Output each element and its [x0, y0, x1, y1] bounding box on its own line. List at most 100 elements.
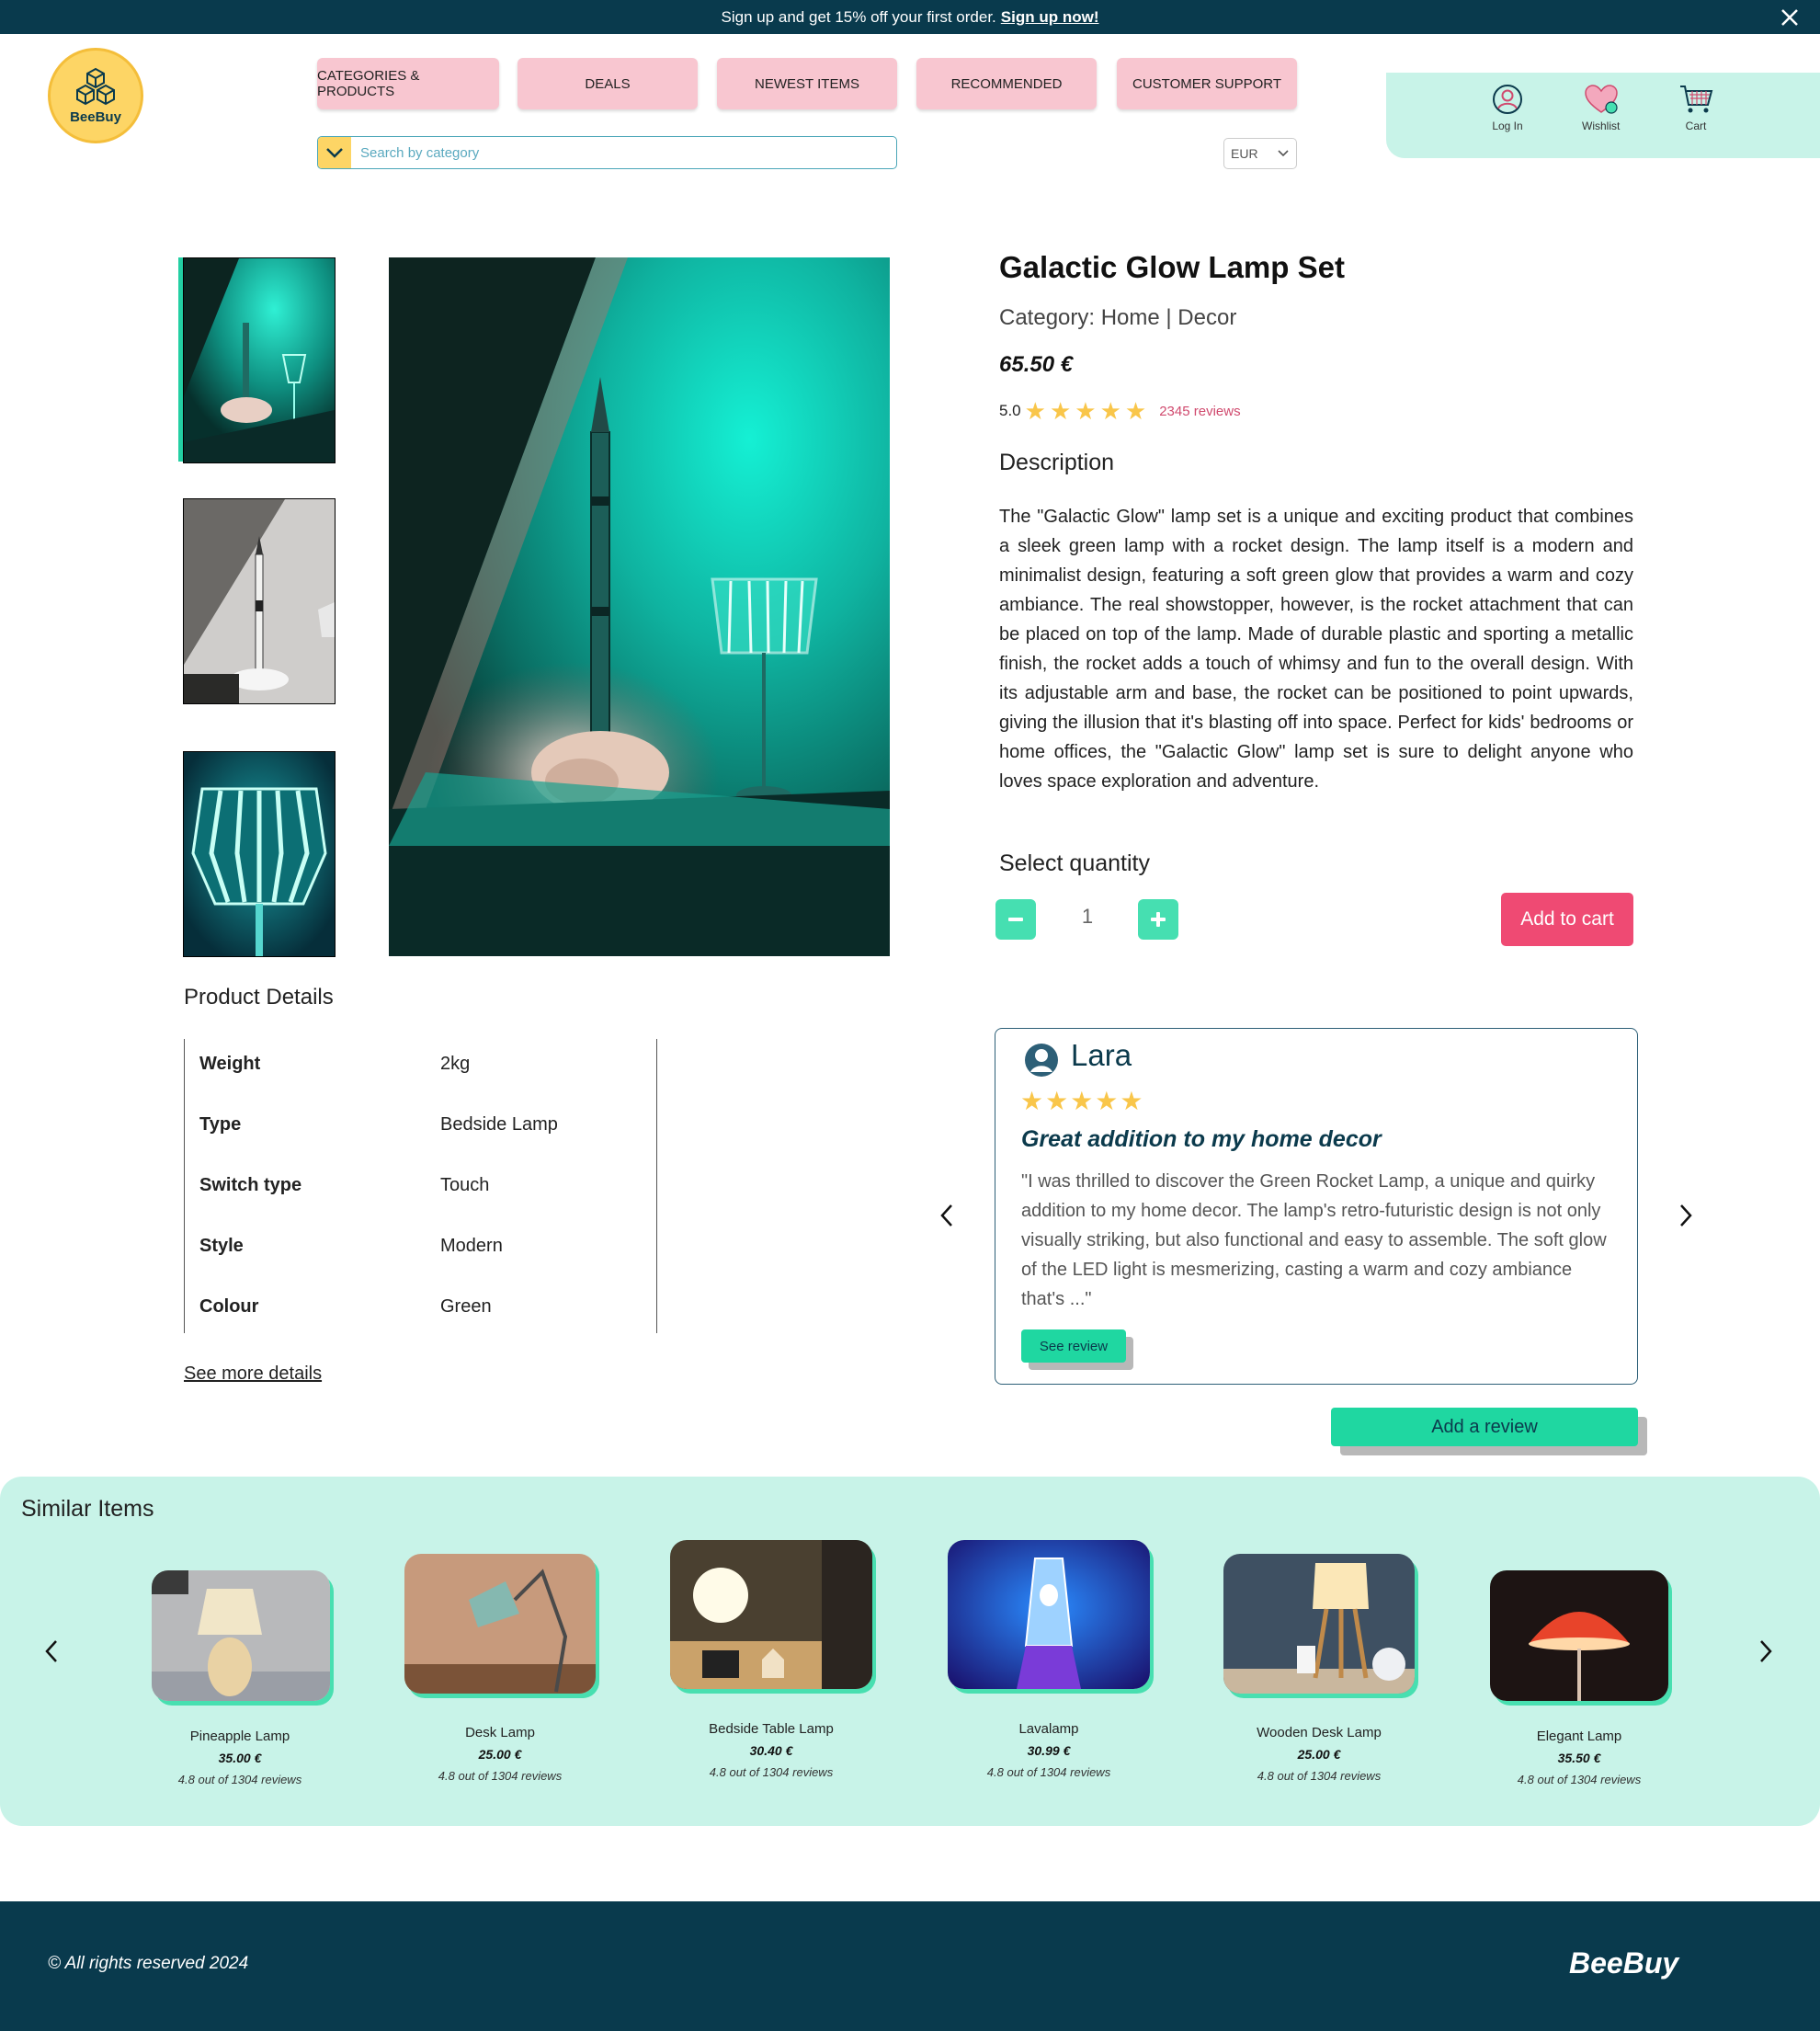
cart-label: Cart [1685, 120, 1707, 132]
similar-item-name[interactable]: Lavalamp [948, 1721, 1150, 1737]
star-icon: ★ [1075, 397, 1097, 425]
details-key: Weight [199, 1054, 261, 1074]
pineapple-lamp-image [152, 1570, 330, 1701]
similar-item-reviews: 4.8 out of 1304 reviews [986, 1765, 1111, 1779]
details-value: Modern [440, 1236, 503, 1256]
review-card: Lara ★★★★★ Great addition to my home dec… [995, 1028, 1638, 1385]
thumbnail-2[interactable] [183, 498, 336, 704]
currency-value: EUR [1231, 146, 1258, 161]
product-details-heading: Product Details [184, 985, 334, 1010]
similar-item-price: 30.40 € [749, 1743, 793, 1758]
review-title: Great addition to my home decor [1021, 1126, 1382, 1152]
similar-item-image[interactable] [404, 1554, 596, 1694]
chevron-down-icon [326, 148, 343, 158]
quantity-value: 1 [1081, 905, 1094, 928]
product-description: The "Galactic Glow" lamp set is a unique… [999, 507, 1633, 792]
similar-item-name[interactable]: Pineapple Lamp [139, 1729, 341, 1744]
reviewer-name: Lara [1071, 1038, 1132, 1072]
close-icon[interactable] [1778, 6, 1802, 29]
details-value: Bedside Lamp [440, 1114, 558, 1135]
lavalamp-image [948, 1540, 1150, 1689]
review-stars: ★★★★★ [1020, 1087, 1145, 1115]
similar-item-image[interactable] [1223, 1554, 1415, 1694]
rocket-lamp-image [389, 257, 890, 956]
similar-item-image[interactable] [670, 1540, 872, 1689]
product-category: Category: Home | Decor [999, 305, 1237, 330]
wooden-desk-lamp-image [1223, 1554, 1415, 1694]
similar-prev-arrow-icon[interactable] [43, 1638, 60, 1664]
bedside-table-lamp-image [670, 1540, 872, 1689]
similar-item-price: 35.50 € [1557, 1751, 1601, 1765]
details-key: Colour [199, 1296, 259, 1317]
similar-item-image[interactable] [948, 1540, 1150, 1689]
rating-value: 5.0 [999, 402, 1021, 419]
nav-newest-items[interactable]: NEWEST ITEMS [717, 58, 897, 109]
search-input[interactable] [351, 143, 896, 162]
see-review-button[interactable]: See review [1021, 1329, 1126, 1363]
similar-item-image[interactable] [152, 1570, 330, 1701]
cube-logo-icon [76, 67, 115, 105]
similar-item-price: 30.99 € [1027, 1743, 1071, 1758]
details-value: Touch [440, 1175, 490, 1195]
similar-item-reviews: 4.8 out of 1304 reviews [709, 1765, 834, 1779]
plus-icon [1151, 912, 1166, 927]
similar-items-heading: Similar Items [21, 1496, 154, 1522]
add-to-cart-button[interactable]: Add to cart [1501, 893, 1633, 946]
thumbnail-1[interactable] [183, 257, 336, 463]
wishlist-button[interactable]: Wishlist [1582, 84, 1620, 132]
user-icon [1493, 85, 1522, 114]
nav-customer-support[interactable]: CUSTOMER SUPPORT [1117, 58, 1297, 109]
reviews-link[interactable]: 2345 reviews [1159, 404, 1240, 419]
signup-link[interactable]: Sign up now! [1001, 8, 1099, 27]
similar-item-image[interactable] [1490, 1570, 1668, 1701]
similar-item-name[interactable]: Elegant Lamp [1478, 1729, 1680, 1744]
similar-item-reviews: 4.8 out of 1304 reviews [1257, 1769, 1382, 1783]
see-more-details-link[interactable]: See more details [184, 1364, 322, 1385]
cart-button[interactable]: Cart [1678, 84, 1713, 132]
review-prev-arrow-icon[interactable] [938, 1203, 956, 1228]
similar-item-name[interactable]: Bedside Table Lamp [670, 1721, 872, 1737]
nav-deals[interactable]: DEALS [518, 58, 698, 109]
quantity-decrease-button[interactable] [995, 899, 1036, 940]
currency-select[interactable]: EUR [1223, 138, 1297, 169]
quantity-increase-button[interactable] [1138, 899, 1178, 940]
description-heading: Description [999, 450, 1115, 475]
details-value: 2kg [440, 1054, 471, 1074]
elegant-lamp-image [1490, 1570, 1668, 1701]
star-icon: ★ [1024, 397, 1046, 425]
similar-item-price: 35.00 € [218, 1751, 262, 1765]
account-panel: Log In Wishlist Cart [1386, 73, 1820, 158]
review-body: "I was thrilled to discover the Green Ro… [1021, 1171, 1607, 1309]
wishlist-label: Wishlist [1582, 120, 1621, 132]
footer-brand[interactable]: BeeBuy [1569, 1946, 1678, 1980]
cart-icon [1680, 86, 1713, 113]
details-key: Style [199, 1236, 244, 1256]
product-main-image [389, 257, 890, 956]
star-icon: ★ [1049, 397, 1072, 425]
footer [0, 1901, 1820, 2031]
login-button[interactable]: Log In [1492, 84, 1523, 132]
login-label: Log In [1492, 120, 1523, 132]
nav-recommended[interactable]: RECOMMENDED [916, 58, 1097, 109]
add-review-button[interactable]: Add a review [1331, 1408, 1638, 1446]
product-title: Galactic Glow Lamp Set [999, 250, 1345, 284]
lampshade-thumbnail-image [184, 752, 335, 956]
category-dropdown-button[interactable] [318, 137, 351, 168]
thumbnail-3[interactable] [183, 751, 336, 957]
rocket-thumbnail-image [184, 499, 335, 703]
similar-item-name[interactable]: Desk Lamp [399, 1725, 601, 1740]
search-bar [317, 136, 897, 169]
announcement-text: Sign up and get 15% off your first order… [721, 7, 996, 26]
logo[interactable]: BeeBuy [48, 48, 143, 143]
minus-icon [1008, 918, 1023, 921]
similar-item-price: 25.00 € [1297, 1747, 1341, 1762]
star-icon: ★ [1124, 397, 1147, 425]
nav-categories-products[interactable]: CATEGORIES & PRODUCTS [317, 58, 499, 109]
review-next-arrow-icon[interactable] [1677, 1203, 1695, 1228]
announcement-bar: Sign up and get 15% off your first order… [0, 0, 1820, 34]
chevron-down-icon [1278, 150, 1289, 157]
details-key: Type [199, 1114, 242, 1135]
similar-item-name[interactable]: Wooden Desk Lamp [1218, 1725, 1420, 1740]
similar-item-reviews: 4.8 out of 1304 reviews [438, 1769, 563, 1783]
similar-next-arrow-icon[interactable] [1757, 1638, 1774, 1664]
